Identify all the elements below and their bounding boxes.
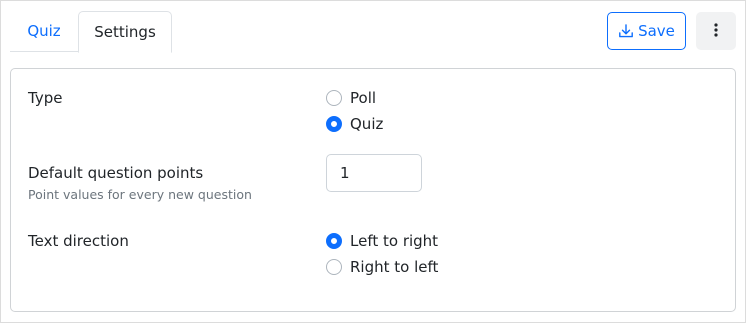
direction-option-ltr-label: Left to right	[350, 232, 439, 250]
points-label: Default question points	[28, 164, 204, 182]
type-label: Type	[28, 89, 63, 107]
radio-quiz[interactable]	[326, 116, 342, 132]
radio-right-to-left[interactable]	[326, 259, 342, 275]
tab-bar: Quiz Settings	[10, 11, 172, 53]
direction-label: Text direction	[28, 232, 129, 250]
more-options-button[interactable]	[696, 12, 736, 50]
type-option-poll[interactable]: Poll	[326, 88, 376, 108]
tab-settings-label: Settings	[94, 23, 156, 41]
download-icon	[618, 23, 634, 39]
radio-poll[interactable]	[326, 90, 342, 106]
save-button[interactable]: Save	[607, 12, 686, 50]
type-option-quiz-label: Quiz	[350, 115, 384, 133]
direction-option-rtl-label: Right to left	[350, 258, 439, 276]
tab-quiz-label: Quiz	[27, 22, 61, 40]
default-points-input[interactable]	[326, 154, 422, 192]
save-button-label: Save	[638, 22, 675, 40]
type-option-quiz[interactable]: Quiz	[326, 114, 383, 134]
direction-option-rtl[interactable]: Right to left	[326, 257, 438, 277]
tab-settings[interactable]: Settings	[78, 11, 172, 53]
settings-card: Type Poll Quiz Default question points P…	[10, 68, 736, 312]
type-option-poll-label: Poll	[350, 89, 377, 107]
direction-option-ltr[interactable]: Left to right	[326, 231, 438, 251]
points-help-text: Point values for every new question	[28, 187, 252, 202]
radio-left-to-right[interactable]	[326, 233, 342, 249]
vertical-dots-icon	[714, 22, 718, 40]
tab-quiz[interactable]: Quiz	[10, 11, 78, 52]
settings-panel: Quiz Settings Save Type Poll Quiz Defaul…	[0, 0, 746, 323]
